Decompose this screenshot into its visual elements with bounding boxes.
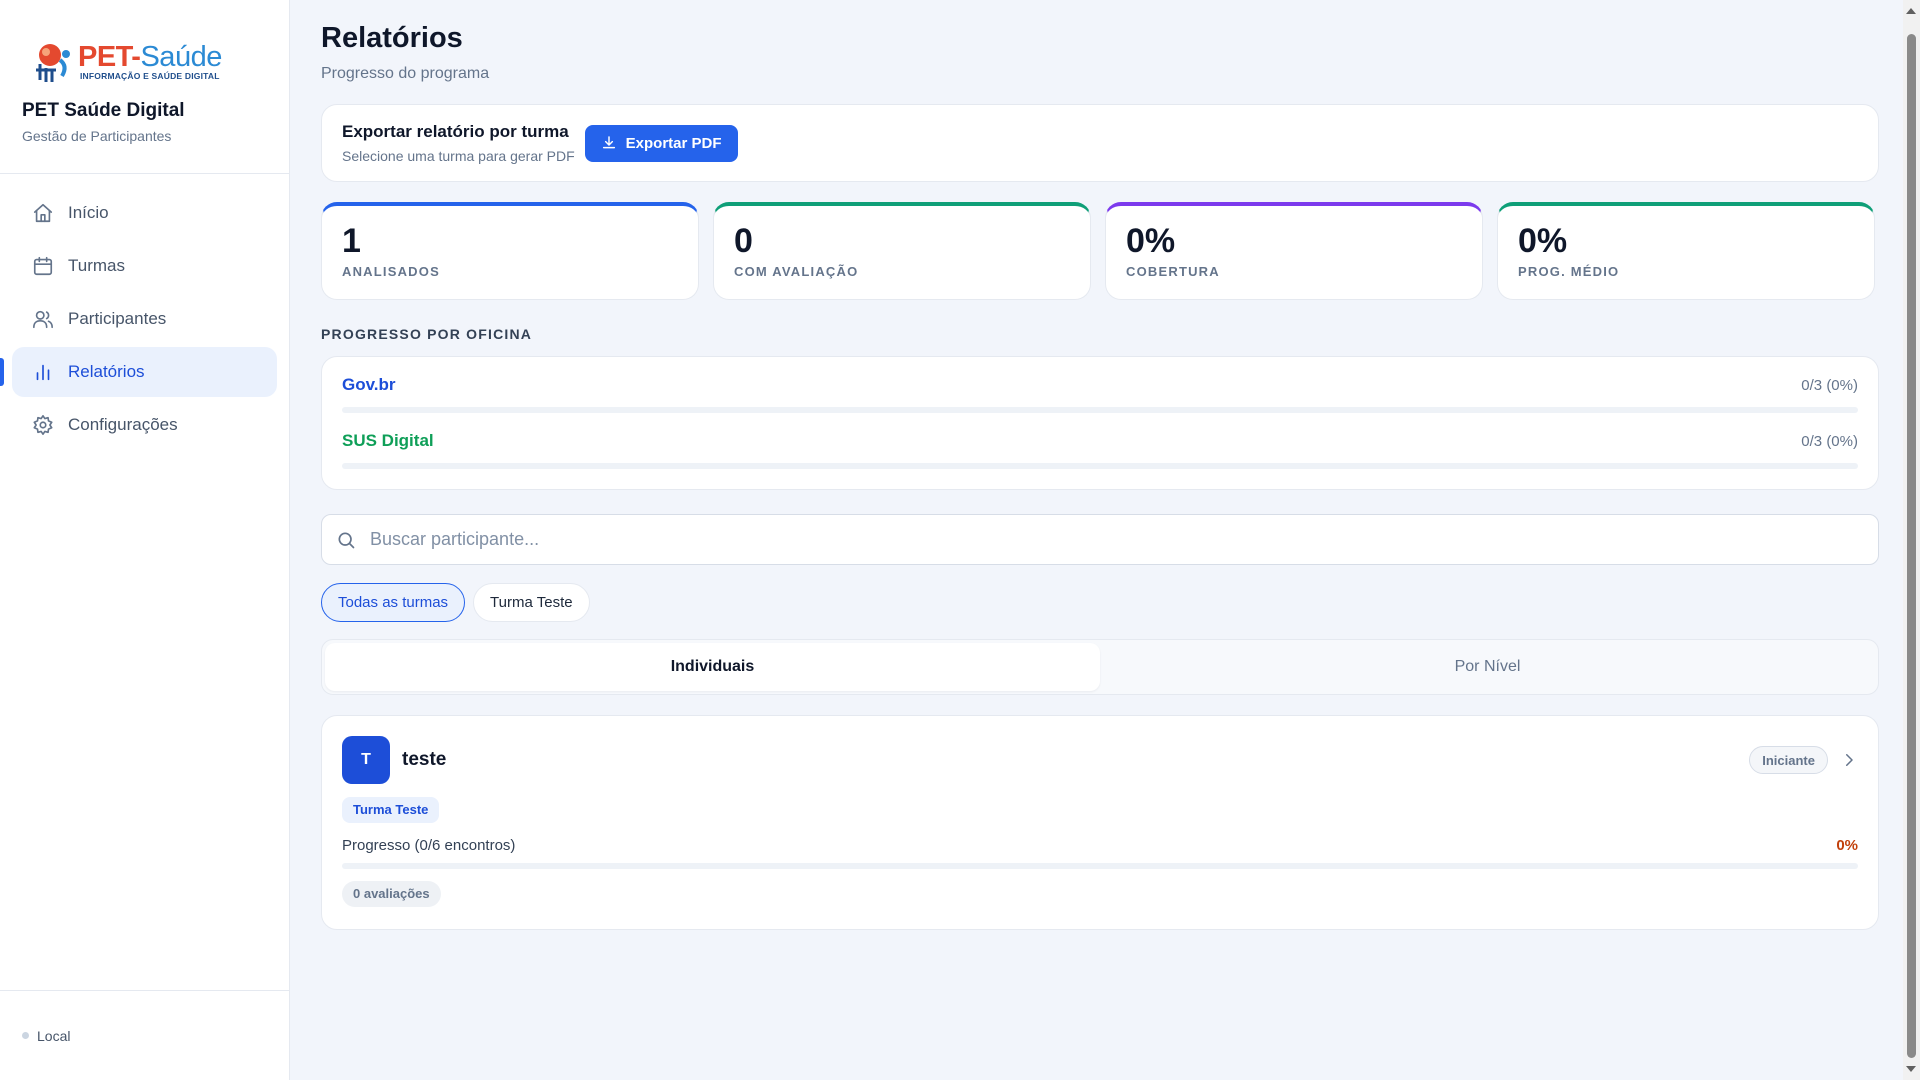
- stat-label: ANALISADOS: [342, 264, 440, 279]
- sidebar-footer: Local: [0, 990, 289, 1080]
- sidebar: PET-Saúde INFORMAÇÃO E SAÚDE DIGITAL PET…: [0, 0, 290, 1080]
- stats-row: 1 ANALISADOS 0 COM AVALIAÇÃO 0% COBERTUR…: [321, 202, 1879, 300]
- stat-value: 0%: [1126, 222, 1176, 260]
- export-card: Exportar relatório por turma Selecione u…: [321, 104, 1879, 182]
- chevron-right-icon[interactable]: [1840, 751, 1858, 769]
- export-title: Exportar relatório por turma: [342, 122, 569, 141]
- stat-label: COBERTURA: [1126, 264, 1220, 279]
- sidebar-item-participantes[interactable]: Participantes: [12, 294, 277, 344]
- oficina-count: 0/3 (0%): [1801, 376, 1858, 394]
- stat-card-cobertura: 0% COBERTURA: [1105, 202, 1483, 300]
- app-subtitle: Gestão de Participantes: [22, 128, 172, 144]
- tab-individuais[interactable]: Individuais: [325, 643, 1100, 691]
- filter-chip-turma-teste[interactable]: Turma Teste: [473, 583, 590, 622]
- search-input[interactable]: [370, 529, 1820, 550]
- sidebar-item-label: Participantes: [68, 309, 167, 328]
- main-content: Relatórios Progresso do programa Exporta…: [321, 0, 1879, 930]
- logo-title: PET-Saúde: [78, 41, 222, 73]
- calendar-icon: [33, 256, 53, 276]
- oficina-progress-card: Gov.br 0/3 (0%) SUS Digital 0/3 (0%): [321, 356, 1879, 490]
- oficina-count: 0/3 (0%): [1801, 432, 1858, 450]
- download-icon: [602, 136, 615, 149]
- pet-saude-logo[interactable]: PET-Saúde INFORMAÇÃO E SAÚDE DIGITAL: [32, 38, 267, 86]
- export-pdf-button[interactable]: Exportar PDF: [584, 124, 738, 162]
- oficina-name: Gov.br: [342, 375, 396, 394]
- page-subtitle: Progresso do programa: [321, 65, 490, 82]
- turma-badge: Turma Teste: [342, 797, 440, 823]
- oficina-progress-bar: [342, 407, 1858, 413]
- sidebar-item-configuracoes[interactable]: Configurações: [12, 400, 277, 450]
- app-name: PET Saúde Digital: [22, 100, 185, 121]
- stat-card-com-avaliacao: 0 COM AVALIAÇÃO: [713, 202, 1091, 300]
- sidebar-item-label: Configurações: [68, 415, 178, 434]
- avatar: T: [342, 736, 390, 784]
- stat-card-analisados: 1 ANALISADOS: [321, 202, 699, 300]
- stat-value: 0: [734, 222, 753, 260]
- stat-label: COM AVALIAÇÃO: [734, 264, 859, 279]
- oficina-section-label: PROGRESSO POR OFICINA: [321, 326, 533, 342]
- stat-value: 1: [342, 222, 361, 260]
- participant-progress-bar: [342, 863, 1858, 869]
- sidebar-item-relatorios[interactable]: Relatórios: [0, 347, 277, 397]
- logo-subtitle: INFORMAÇÃO E SAÚDE DIGITAL: [80, 71, 220, 81]
- progress-label: Progresso (0/6 encontros): [342, 837, 516, 854]
- participant-name: teste: [402, 749, 447, 770]
- stat-value: 0%: [1518, 222, 1568, 260]
- participant-card[interactable]: T teste Iniciante Turma Teste Progresso …: [321, 715, 1879, 930]
- scroll-down-arrow-icon[interactable]: [1906, 1066, 1916, 1072]
- status-dot-icon: [22, 1032, 29, 1039]
- users-icon: [33, 310, 53, 329]
- oficina-progress-bar: [342, 463, 1858, 469]
- export-pdf-label: Exportar PDF: [625, 134, 722, 152]
- oficina-name: SUS Digital: [342, 431, 434, 450]
- export-subtitle: Selecione uma turma para gerar PDF: [342, 148, 575, 164]
- stat-label: PROG. MÉDIO: [1518, 264, 1620, 279]
- home-icon: [33, 203, 53, 223]
- evaluations-badge: 0 avaliações: [342, 881, 441, 907]
- tab-por-nivel[interactable]: Por Nível: [1100, 643, 1875, 691]
- sidebar-item-inicio[interactable]: Início: [12, 188, 277, 238]
- sidebar-item-label: Relatórios: [68, 362, 145, 381]
- search-icon: [338, 532, 355, 548]
- sidebar-item-label: Turmas: [68, 256, 125, 275]
- sidebar-item-turmas[interactable]: Turmas: [12, 241, 277, 291]
- scroll-up-arrow-icon[interactable]: [1906, 8, 1916, 14]
- search-box: [321, 514, 1879, 565]
- filter-chip-todas-turmas[interactable]: Todas as turmas: [321, 583, 466, 622]
- page-title: Relatórios: [321, 22, 463, 54]
- sidebar-nav: Início Turmas Participantes Relatórios C…: [0, 174, 289, 467]
- page-scrollbar[interactable]: [1903, 0, 1920, 1080]
- storage-status: Local: [37, 1027, 71, 1044]
- oficina-row-sus-digital: SUS Digital 0/3 (0%): [342, 431, 1858, 469]
- oficina-row-govbr: Gov.br 0/3 (0%): [342, 375, 1858, 413]
- level-badge: Iniciante: [1749, 746, 1828, 774]
- progress-percent: 0%: [1836, 837, 1858, 854]
- brand-header: PET-Saúde INFORMAÇÃO E SAÚDE DIGITAL PET…: [0, 0, 289, 174]
- bar-chart-icon: [36, 364, 50, 381]
- sidebar-item-label: Início: [68, 203, 109, 222]
- gear-icon: [33, 415, 53, 435]
- stat-card-prog-medio: 0% PROG. MÉDIO: [1497, 202, 1875, 300]
- scroll-thumb[interactable]: [1907, 34, 1916, 1058]
- logo-mark-icon: [32, 40, 76, 84]
- view-tabs: Individuais Por Nível: [321, 639, 1879, 695]
- turma-filters: Todas as turmas Turma Teste: [321, 583, 1879, 622]
